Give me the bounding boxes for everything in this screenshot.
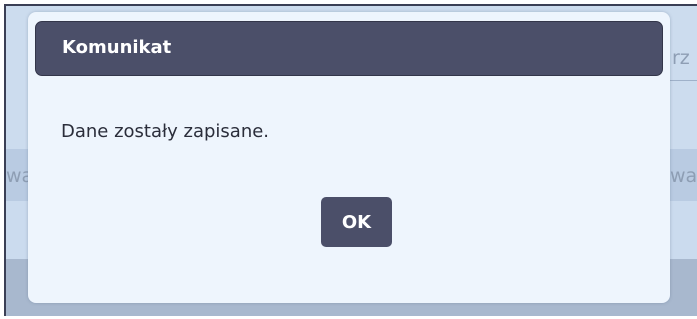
background-text-fragment-right: wa xyxy=(670,165,697,187)
dialog-header: Komunikat xyxy=(35,21,663,76)
ok-button[interactable]: OK xyxy=(321,197,392,247)
dialog-message: Dane zostały zapisane. xyxy=(61,121,270,142)
background-divider xyxy=(669,80,697,81)
message-dialog: Komunikat Dane zostały zapisane. OK xyxy=(28,12,670,303)
background-text-fragment: rz xyxy=(672,47,690,69)
dialog-title: Komunikat xyxy=(62,37,172,58)
